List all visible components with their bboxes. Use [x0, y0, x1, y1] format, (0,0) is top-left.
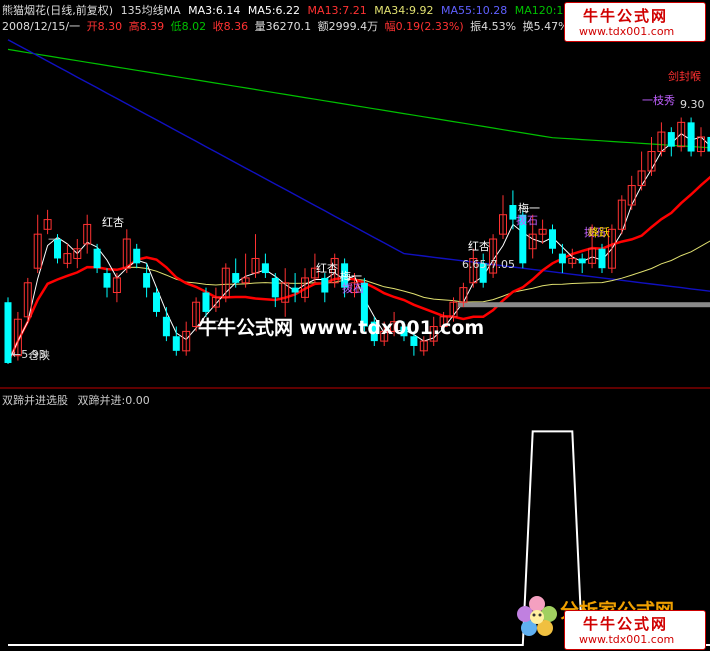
brand-logo-top: 牛牛公式网 www.tdx001.com	[564, 2, 706, 42]
label-yinchang: 仓陕	[28, 348, 50, 362]
candle-down	[153, 292, 160, 312]
candle-down	[103, 273, 111, 288]
brand-name: 牛牛公式网	[583, 7, 669, 25]
candle-down	[549, 229, 556, 249]
candle-down	[232, 273, 240, 283]
candle-down	[202, 292, 210, 312]
ma5-value: MA5:6.22	[247, 4, 301, 17]
candle-down	[667, 132, 675, 147]
label-yizhixiu: 一枝秀	[642, 93, 675, 107]
flower-logo-icon	[517, 596, 557, 636]
watermark-text: 牛牛公式网 www.tdx001.com	[198, 317, 485, 339]
support-band	[458, 302, 710, 308]
label-bashi-2: 拨石	[516, 213, 538, 227]
brand-url: www.tdx001.com	[579, 25, 675, 38]
label-jianfenghou: 剑封喉	[668, 69, 701, 83]
label-meiyi-2: 梅一	[518, 201, 540, 215]
candle-down	[687, 122, 695, 152]
sub-panel-title: 双蹄并进选股	[2, 394, 68, 407]
candle-down	[93, 248, 101, 269]
ma55-value: MA55:10.28	[440, 4, 508, 17]
sub-panel-header: 双蹄并进选股 双蹄并进:0.00	[2, 392, 150, 408]
label-hongxing-3: 红杏	[468, 240, 490, 253]
label-dash: —	[48, 232, 59, 245]
quote-low: 低8.02	[170, 20, 207, 33]
stock-name: 熊猫烟花(日线,前复权)	[2, 4, 114, 17]
label-price-930: 9.30	[680, 98, 705, 111]
candle-down	[172, 336, 180, 351]
label-fengyue: 峰跃	[588, 225, 610, 239]
label-meiyi-1: 梅一	[340, 269, 362, 283]
quote-date: 2008/12/15/一	[2, 20, 81, 33]
quote-amplitude: 振4.53%	[470, 20, 517, 33]
candle-down	[321, 277, 329, 293]
brand-name-bottom: 牛牛公式网	[583, 615, 669, 633]
quote-volume: 量36270.1	[254, 20, 312, 33]
candle-down	[558, 253, 566, 264]
label-range: 6.65-7.05	[462, 258, 515, 271]
quote-close: 收8.36	[212, 20, 249, 33]
ma13-value: MA13:7.21	[307, 4, 367, 17]
quote-high: 高8.39	[128, 20, 165, 33]
quote-header: 2008/12/15/一 开8.30 高8.39 低8.02 收8.36 量36…	[2, 18, 600, 34]
label-bashi-1: 拨石	[342, 281, 364, 295]
ma3-value: MA3:6.14	[188, 4, 241, 17]
candle-down	[578, 258, 586, 264]
ma34-value: MA34:9.92	[374, 4, 434, 17]
candle-down	[143, 273, 151, 288]
quote-change: 幅0.19(2.33%)	[384, 20, 464, 33]
quote-open: 开8.30	[86, 20, 123, 33]
quote-amount: 额2999.4万	[317, 20, 379, 33]
brand-url-bottom: www.tdx001.com	[579, 633, 675, 646]
quote-turnover: 换5.47%	[522, 20, 569, 33]
ma-header: 熊猫烟花(日线,前复权) 135均线MA MA3:6.14 MA5:6.22 M…	[2, 2, 592, 18]
ma-label: 135均线MA	[120, 4, 181, 17]
candle-down	[598, 248, 606, 269]
candle-down	[162, 316, 170, 337]
candle-down	[271, 277, 279, 298]
label-hongxing-2: 红杏	[316, 262, 338, 275]
label-hongxing-1: 红杏	[102, 216, 124, 229]
sub-panel-value: 双蹄并进:0.00	[77, 394, 150, 407]
candle-down	[4, 302, 12, 363]
candle-down	[261, 263, 269, 274]
candle-down	[133, 248, 141, 264]
brand-logo-bottom: 牛牛公式网 www.tdx001.com	[564, 610, 706, 650]
ma120-line	[7, 48, 710, 149]
candle-down	[291, 287, 299, 293]
